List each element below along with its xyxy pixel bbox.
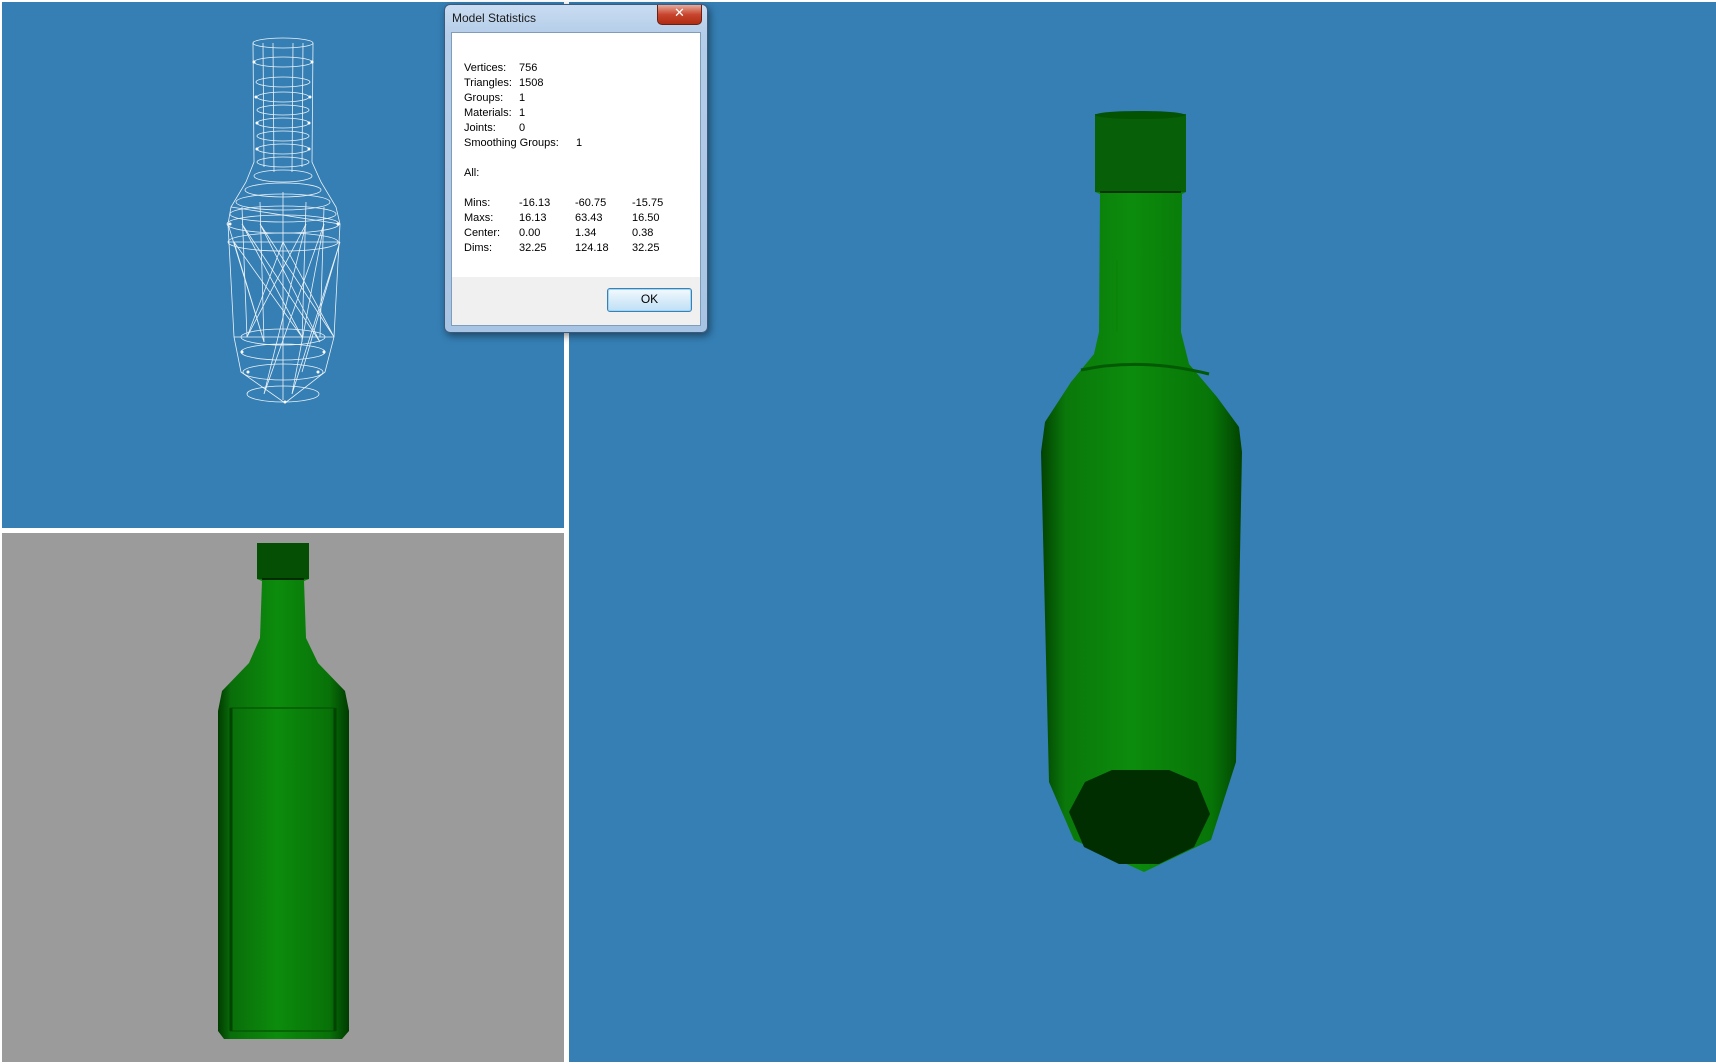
solid-bottle-perspective (1041, 111, 1242, 872)
front-solid-viewport[interactable] (2, 533, 564, 1062)
dialog-title: Model Statistics (452, 11, 537, 25)
dialog-client-area: Vertices: 756 Triangles: 1508 Groups: 1 … (451, 32, 701, 326)
stat-label: Triangles: (464, 77, 512, 89)
ok-button[interactable]: OK (607, 288, 692, 312)
bounds-y: -60.75 (575, 197, 607, 209)
bounds-x: 32.25 (519, 242, 547, 254)
close-icon: ✕ (674, 6, 685, 21)
stat-label: Groups: (464, 92, 504, 104)
bounds-y: 63.43 (575, 212, 603, 224)
bounds-y: 1.34 (575, 227, 597, 239)
bounds-x: 16.13 (519, 212, 547, 224)
stat-label: Vertices: (464, 62, 507, 74)
section-label: All: (464, 167, 480, 179)
model-statistics-dialog[interactable]: Model Statistics ✕ Vertices: 756 Triangl… (444, 4, 708, 333)
bounds-z: -15.75 (632, 197, 664, 209)
bounds-x: 0.00 (519, 227, 541, 239)
bounds-x: -16.13 (519, 197, 551, 209)
stat-label: Materials: (464, 107, 512, 119)
stat-value: 1508 (519, 77, 544, 89)
stat-label: Joints: (464, 122, 496, 134)
bounds-z: 0.38 (632, 227, 654, 239)
stat-value: 756 (519, 62, 538, 74)
perspective-viewport[interactable] (569, 2, 1716, 1062)
bounds-y: 124.18 (575, 242, 609, 254)
bounds-z: 16.50 (632, 212, 660, 224)
dialog-footer: OK (452, 277, 700, 325)
bounds-label: Center: (464, 227, 501, 239)
stat-value: 1 (519, 92, 526, 104)
stat-label: Smoothing Groups: (464, 137, 559, 149)
stat-value: 1 (576, 137, 583, 149)
bounds-label: Maxs: (464, 212, 494, 224)
close-button[interactable]: ✕ (657, 5, 702, 25)
bounds-z: 32.25 (632, 242, 660, 254)
bounds-label: Mins: (464, 197, 491, 209)
stat-value: 0 (519, 122, 526, 134)
solid-bottle-front (218, 543, 349, 1039)
stat-value: 1 (519, 107, 526, 119)
dialog-titlebar[interactable]: Model Statistics ✕ (445, 5, 707, 33)
bounds-label: Dims: (464, 242, 493, 254)
